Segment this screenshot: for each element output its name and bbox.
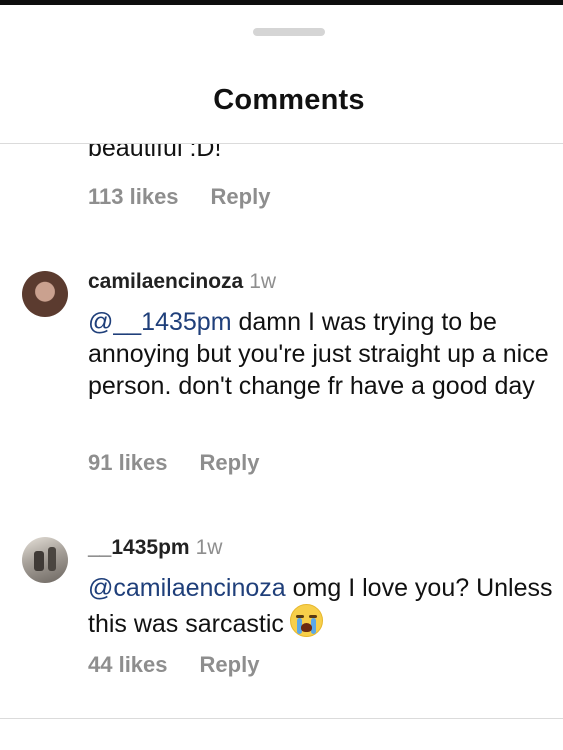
comment-meta: 113 likes Reply xyxy=(88,184,270,210)
loudly-crying-face-icon xyxy=(289,604,323,637)
likes-count[interactable]: 91 likes xyxy=(88,450,168,475)
likes-count[interactable]: 113 likes xyxy=(88,184,179,209)
top-strip xyxy=(0,0,563,5)
bottom-divider xyxy=(0,718,563,719)
avatar[interactable] xyxy=(22,271,68,317)
reply-button[interactable]: Reply xyxy=(200,450,260,475)
timestamp: 1w xyxy=(195,536,223,559)
reply-button[interactable]: Reply xyxy=(211,184,271,209)
comments-list[interactable]: beautiful :D! 113 likes Reply camilaencin… xyxy=(0,144,563,750)
comment-meta: 44 likes Reply xyxy=(88,652,259,678)
comment-text: @__1435pm damn I was trying to be annoyi… xyxy=(88,306,553,402)
username[interactable]: __1435pm xyxy=(88,536,190,559)
likes-count[interactable]: 44 likes xyxy=(88,652,168,677)
mention-link[interactable]: @__1435pm xyxy=(88,308,232,336)
timestamp: 1w xyxy=(249,270,277,293)
comment-header: __1435pm 1w xyxy=(88,536,222,560)
username[interactable]: camilaencinoza xyxy=(88,270,243,293)
mention-link[interactable]: @camilaencinoza xyxy=(88,574,286,602)
sheet-drag-handle[interactable] xyxy=(253,28,325,36)
comment-header: camilaencinoza 1w xyxy=(88,270,276,294)
comment-text: @camilaencinoza omg I love you? Unless t… xyxy=(88,572,553,640)
reply-button[interactable]: Reply xyxy=(200,652,260,677)
comment-meta: 91 likes Reply xyxy=(88,450,259,476)
avatar[interactable] xyxy=(22,537,68,583)
comment-text: beautiful :D! xyxy=(88,144,222,162)
page-title: Comments xyxy=(213,84,365,116)
